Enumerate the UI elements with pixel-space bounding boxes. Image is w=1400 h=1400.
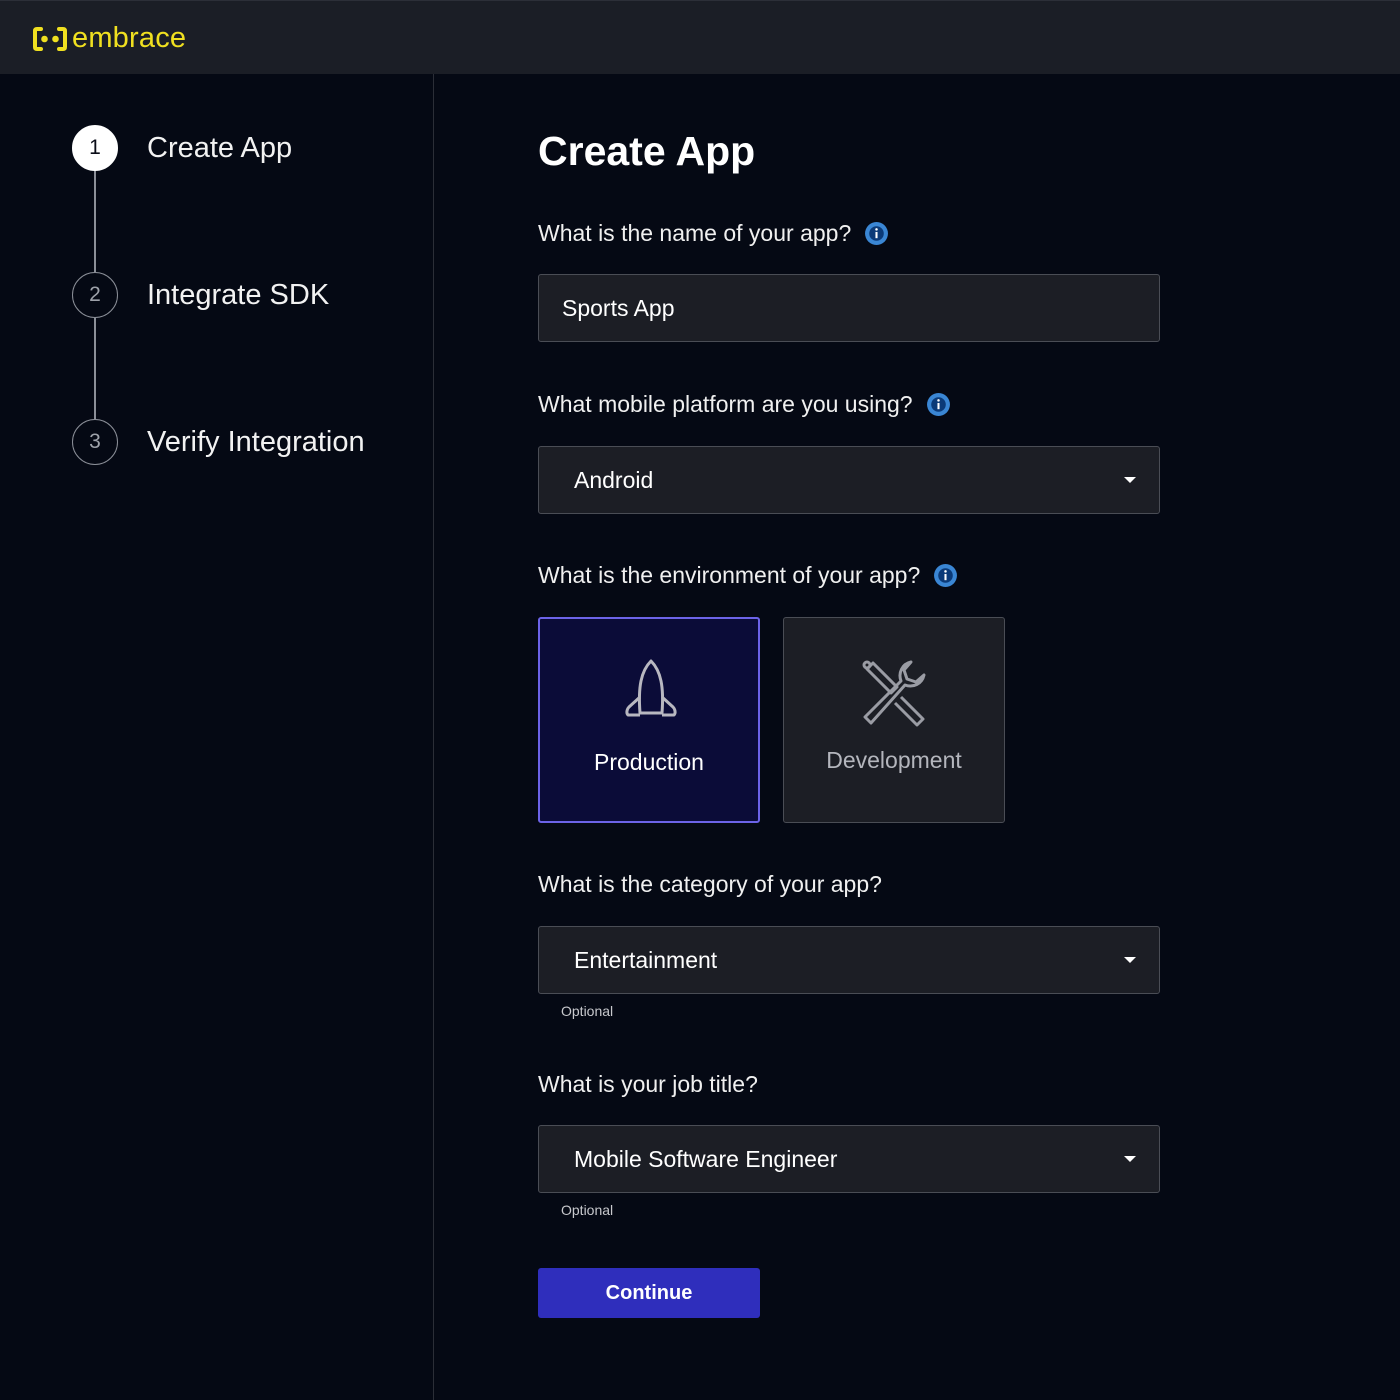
step-number: 2 <box>72 272 118 318</box>
category-select[interactable]: Entertainment <box>538 926 1160 994</box>
tools-icon <box>862 660 926 727</box>
job-title-select[interactable]: Mobile Software Engineer <box>538 1125 1160 1193</box>
brand-name: embrace <box>72 22 187 54</box>
page-title: Create App <box>538 128 756 174</box>
chevron-down-icon <box>1124 957 1136 963</box>
step-verify-integration[interactable]: 3 Verify Integration <box>72 419 365 465</box>
category-helper-text: Optional <box>561 1003 614 1019</box>
question-label: What is the environment of your app? <box>538 562 921 588</box>
create-app-form: Create App What is the name of your app?… <box>435 74 1400 1400</box>
app-name-value: Sports App <box>562 295 675 321</box>
question-label: What mobile platform are you using? <box>538 391 913 417</box>
stepper-sidebar: 1 Create App 2 Integrate SDK 3 Verify In… <box>0 74 434 1400</box>
environment-option-label: Production <box>594 749 704 775</box>
job-title-question: What is your job title? <box>538 1071 758 1098</box>
info-icon[interactable] <box>933 563 958 588</box>
platform-select[interactable]: Android <box>538 446 1160 514</box>
category-question: What is the category of your app? <box>538 871 882 898</box>
info-icon[interactable] <box>926 392 951 417</box>
app-name-input[interactable]: Sports App <box>538 274 1160 342</box>
continue-button[interactable]: Continue <box>538 1268 760 1318</box>
embrace-logo-icon <box>33 26 67 51</box>
top-bar: embrace <box>0 0 1400 74</box>
step-connector <box>94 318 96 420</box>
question-label: What is your job title? <box>538 1071 758 1097</box>
embrace-logo[interactable]: embrace <box>32 22 186 55</box>
platform-question: What mobile platform are you using? <box>538 391 951 418</box>
environment-option-production[interactable]: Production <box>538 617 760 823</box>
step-label: Integrate SDK <box>147 278 330 311</box>
chevron-down-icon <box>1124 1156 1136 1162</box>
environment-question: What is the environment of your app? <box>538 562 958 589</box>
step-number: 1 <box>72 125 118 171</box>
environment-option-development[interactable]: Development <box>783 617 1005 823</box>
step-label: Create App <box>147 131 293 164</box>
platform-value: Android <box>574 467 654 493</box>
step-connector <box>94 170 96 272</box>
step-number: 3 <box>72 419 118 465</box>
step-create-app[interactable]: 1 Create App <box>72 125 292 171</box>
info-icon[interactable] <box>864 221 889 246</box>
step-integrate-sdk[interactable]: 2 Integrate SDK <box>72 272 329 318</box>
job-title-value: Mobile Software Engineer <box>574 1146 838 1172</box>
chevron-down-icon <box>1124 477 1136 483</box>
category-value: Entertainment <box>574 947 718 973</box>
environment-option-label: Development <box>826 747 962 773</box>
question-label: What is the name of your app? <box>538 220 852 246</box>
question-label: What is the category of your app? <box>538 871 882 897</box>
job-title-helper-text: Optional <box>561 1202 614 1218</box>
rocket-icon <box>625 659 677 717</box>
app-name-question: What is the name of your app? <box>538 220 889 247</box>
step-label: Verify Integration <box>147 425 365 458</box>
